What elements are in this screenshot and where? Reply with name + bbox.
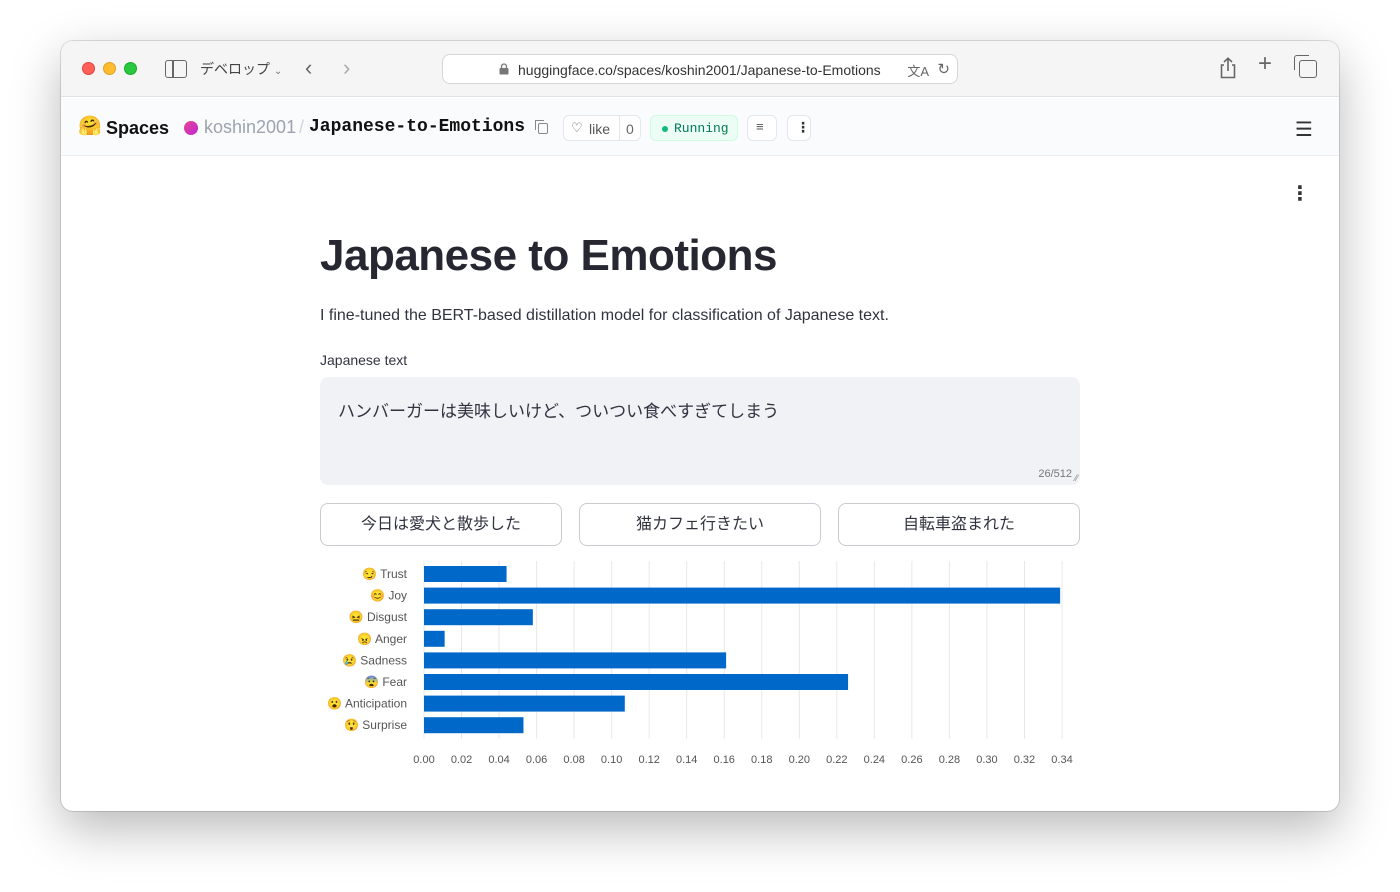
tab-group-label: デベロップ <box>200 61 270 77</box>
example-button-walk[interactable]: 今日は愛犬と散歩した <box>320 503 562 546</box>
x-tick-label: 0.28 <box>939 754 960 766</box>
copy-icon[interactable] <box>535 120 548 134</box>
bar <box>424 674 849 690</box>
spaces-link[interactable]: Spaces <box>106 118 169 139</box>
text-input-value: ハンバーガーは美味しいけど、ついつい食べすぎてしまう <box>338 402 780 421</box>
y-tick-label: 😢 Sadness <box>342 653 407 667</box>
bar <box>424 630 445 647</box>
bar <box>424 652 727 669</box>
x-tick-label: 0.20 <box>789 754 810 766</box>
reload-icon[interactable]: ↻ <box>937 60 950 78</box>
chevron-down-icon: ⌄ <box>273 66 283 77</box>
tab-overview-icon[interactable] <box>1294 55 1317 78</box>
share-icon[interactable] <box>1219 57 1237 79</box>
x-tick-label: 0.16 <box>714 754 735 766</box>
browser-window: デベロップ ⌄ ‹ › huggingface.co/spaces/koshin… <box>61 41 1339 811</box>
status-label: Running <box>674 121 729 136</box>
chart-svg: 0.00 0.02 0.04 0.06 0.08 0.10 0.12 0.14 0.16 0.18… <box>327 561 1073 766</box>
x-tick-label: 0.02 <box>451 754 472 766</box>
zoom-window-button[interactable] <box>124 62 137 75</box>
translate-icon[interactable]: 文A <box>907 61 929 80</box>
x-tick-label: 0.34 <box>1051 754 1072 766</box>
like-label: like <box>589 121 611 137</box>
example-button-bicycle[interactable]: 自転車盗まれた <box>838 503 1080 546</box>
bar <box>424 695 625 712</box>
status-dot-icon <box>662 126 668 132</box>
example-button-cat-cafe[interactable]: 猫カフェ行きたい <box>579 503 821 546</box>
tab-group-selector[interactable]: デベロップ ⌄ <box>200 59 282 79</box>
back-arrow-icon[interactable]: ‹ <box>305 57 312 79</box>
sidebar-toggle-icon[interactable] <box>165 60 187 78</box>
x-tick-label: 0.08 <box>563 754 584 766</box>
logs-button[interactable]: ≡ <box>747 115 777 141</box>
browser-toolbar: デベロップ ⌄ ‹ › huggingface.co/spaces/koshin… <box>61 41 1339 97</box>
x-tick-label: 0.14 <box>676 754 697 766</box>
path-separator: / <box>299 117 305 137</box>
y-tick-label: 😖 Disgust <box>349 610 408 624</box>
like-button[interactable]: ♡ like 0 <box>563 115 641 141</box>
heart-icon: ♡ <box>571 120 583 135</box>
status-badge[interactable]: Running <box>650 115 738 141</box>
char-counter: 26/512 <box>1038 468 1072 480</box>
repo-name-link[interactable]: Japanese-to-Emotions <box>309 117 525 137</box>
url-text: huggingface.co/spaces/koshin2001/Japanes… <box>518 62 881 78</box>
vertical-dots-icon: ⋮ <box>796 119 810 135</box>
close-window-button[interactable] <box>82 62 95 75</box>
x-tick-label: 0.32 <box>1014 754 1035 766</box>
like-divider <box>619 116 620 140</box>
bar <box>424 717 524 734</box>
x-tick-label: 0.00 <box>413 754 434 766</box>
minimize-window-button[interactable] <box>103 62 116 75</box>
bar <box>424 587 1061 604</box>
bar <box>424 609 533 626</box>
y-tick-label: 😮 Anticipation <box>327 697 407 711</box>
lock-icon <box>499 63 509 75</box>
app-menu-icon[interactable]: ⋮ <box>1290 182 1310 206</box>
owner-link[interactable]: koshin2001 <box>204 117 296 138</box>
app-description: I fine-tuned the BERT-based distillation… <box>320 307 889 324</box>
address-bar[interactable]: huggingface.co/spaces/koshin2001/Japanes… <box>442 54 958 84</box>
y-tick-label: 😨 Fear <box>364 675 407 689</box>
page-title: Japanese to Emotions <box>320 231 778 280</box>
forward-arrow-icon[interactable]: › <box>343 57 350 79</box>
text-input-label: Japanese text <box>320 352 408 368</box>
new-tab-icon[interactable]: + <box>1258 52 1272 76</box>
logs-icon: ≡ <box>756 119 764 134</box>
hamburger-menu-icon[interactable]: ☰ <box>1295 117 1313 142</box>
like-count: 0 <box>626 121 634 137</box>
x-tick-label: 0.12 <box>638 754 659 766</box>
emotion-bar-chart: 0.00 0.02 0.04 0.06 0.08 0.10 0.12 0.14 0.16 0.18… <box>320 561 1080 771</box>
x-tick-label: 0.04 <box>488 754 509 766</box>
japanese-text-input[interactable]: ハンバーガーは美味しいけど、ついつい食べすぎてしまう 26/512 ⁄⁄ <box>320 377 1080 485</box>
resize-handle-icon[interactable]: ⁄⁄ <box>1075 473 1078 483</box>
space-options-button[interactable]: ⋮ <box>787 115 811 141</box>
x-tick-label: 0.24 <box>864 754 885 766</box>
owner-avatar[interactable] <box>184 121 198 135</box>
hf-header: 🤗 Spaces koshin2001 / Japanese-to-Emotio… <box>61 98 1339 156</box>
y-tick-label: 😏 Trust <box>362 567 408 581</box>
x-tick-label: 0.10 <box>601 754 622 766</box>
y-tick-label: 😲 Surprise <box>344 718 407 732</box>
bar <box>424 566 507 582</box>
x-tick-label: 0.30 <box>976 754 997 766</box>
x-tick-label: 0.22 <box>826 754 847 766</box>
x-tick-label: 0.26 <box>901 754 922 766</box>
x-tick-label: 0.18 <box>751 754 772 766</box>
x-tick-label: 0.06 <box>526 754 547 766</box>
y-tick-label: 😊 Joy <box>370 589 407 603</box>
hugging-face-logo-icon[interactable]: 🤗 <box>78 117 102 137</box>
y-tick-label: 😠 Anger <box>357 632 407 646</box>
